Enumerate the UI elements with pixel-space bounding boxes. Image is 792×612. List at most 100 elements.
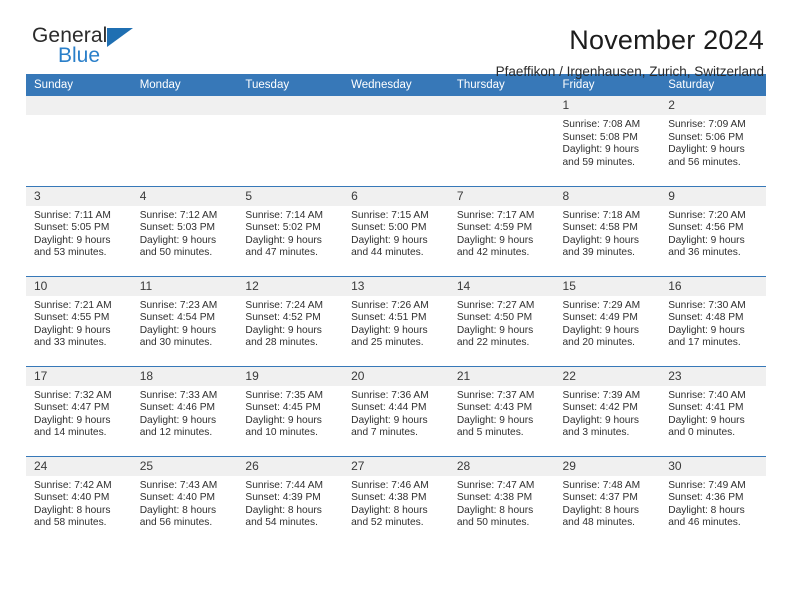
general-blue-logo: General Blue [26,24,186,76]
calendar-day-cell[interactable]: 27 Sunrise: 7:46 AM Sunset: 4:38 PM Dayligh… [343,455,449,546]
calendar-day-cell[interactable]: 6 Sunrise: 7:15 AM Sunset: 5:00 PM Daylight… [343,185,449,276]
page-header: General Blue November 2024 Pfaeffikon / … [26,0,766,79]
daylight-text-line1: Daylight: 8 hours [139,504,217,516]
daylight-text-line2: and 22 minutes. [456,337,530,349]
daylight-text-line2: and 54 minutes. [245,517,318,529]
day-number: 2 [660,96,766,115]
calendar-day-cell[interactable]: 24 Sunrise: 7:42 AM Sunset: 4:40 PM Dayligh… [26,455,132,546]
calendar-day-cell[interactable]: 29 Sunrise: 7:48 AM Sunset: 4:37 PM Dayligh… [554,455,661,546]
daylight-text-line2: and 47 minutes. [245,247,318,259]
daylight-text-line2: and 33 minutes. [34,337,107,349]
sunset-text: Sunset: 5:00 PM [351,222,427,234]
daylight-text-line1: Daylight: 9 hours [562,414,639,426]
calendar-week-row: 24 Sunrise: 7:42 AM Sunset: 4:40 PM Dayligh… [26,455,766,546]
calendar-day-cell-empty [131,96,238,186]
day-sun-info: Sunrise: 7:11 AM Sunset: 5:05 PM Daylight:… [26,206,132,260]
day-sun-info: Sunrise: 7:49 AM Sunset: 4:36 PM Daylight:… [660,476,766,530]
sunrise-text: Sunrise: 7:43 AM [139,479,218,491]
calendar-day-cell[interactable]: 2 Sunrise: 7:09 AM Sunset: 5:06 PM Daylight… [660,96,766,186]
daylight-text-line1: Daylight: 9 hours [351,414,428,426]
logo-text-blue: Blue [58,44,101,67]
daylight-text-line2: and 39 minutes. [562,247,636,259]
calendar-week-row: 17 Sunrise: 7:32 AM Sunset: 4:47 PM Dayligh… [26,365,766,456]
sunrise-text: Sunrise: 7:37 AM [456,389,535,401]
weekday-header-wednesday: Wednesday [343,74,449,96]
day-number: 23 [660,366,766,386]
day-sun-info: Sunrise: 7:33 AM Sunset: 4:46 PM Daylight:… [132,386,238,440]
calendar-day-cell[interactable]: 19 Sunrise: 7:35 AM Sunset: 4:45 PM Dayligh… [237,365,344,456]
day-sun-info: Sunrise: 7:36 AM Sunset: 4:44 PM Daylight:… [343,386,449,440]
day-number: 14 [448,276,555,296]
calendar-day-cell[interactable]: 21 Sunrise: 7:37 AM Sunset: 4:43 PM Dayligh… [448,365,555,456]
sunset-text: Sunset: 4:47 PM [34,402,110,414]
sunrise-text: Sunrise: 7:47 AM [456,479,535,491]
calendar-day-cell[interactable]: 10 Sunrise: 7:21 AM Sunset: 4:55 PM Dayligh… [26,275,132,366]
daylight-text-line1: Daylight: 9 hours [456,324,534,336]
sunset-text: Sunset: 4:55 PM [34,312,110,324]
sunset-text: Sunset: 5:06 PM [668,131,744,143]
daylight-text-line1: Daylight: 8 hours [245,504,322,516]
calendar-day-cell[interactable]: 30 Sunrise: 7:49 AM Sunset: 4:36 PM Dayligh… [660,455,766,546]
sunrise-text: Sunrise: 7:20 AM [668,209,746,221]
daylight-text-line1: Daylight: 8 hours [351,504,428,516]
sunset-text: Sunset: 5:08 PM [562,131,638,143]
calendar-day-cell[interactable]: 7 Sunrise: 7:17 AM Sunset: 4:59 PM Daylight… [448,185,555,276]
daylight-text-line1: Daylight: 9 hours [139,324,217,336]
calendar-day-cell[interactable]: 18 Sunrise: 7:33 AM Sunset: 4:46 PM Dayligh… [131,365,238,456]
calendar-day-cell[interactable]: 14 Sunrise: 7:27 AM Sunset: 4:50 PM Dayligh… [448,275,555,366]
calendar-day-cell[interactable]: 12 Sunrise: 7:24 AM Sunset: 4:52 PM Dayligh… [237,275,344,366]
calendar-day-cell[interactable]: 16 Sunrise: 7:30 AM Sunset: 4:48 PM Dayligh… [660,275,766,366]
calendar-day-cell[interactable]: 26 Sunrise: 7:44 AM Sunset: 4:39 PM Dayligh… [237,455,344,546]
daylight-text-line2: and 10 minutes. [245,427,318,439]
calendar-day-cell[interactable]: 22 Sunrise: 7:39 AM Sunset: 4:42 PM Dayligh… [554,365,661,456]
sunrise-text: Sunrise: 7:09 AM [668,119,746,130]
calendar-day-cell[interactable]: 15 Sunrise: 7:29 AM Sunset: 4:49 PM Dayligh… [554,275,661,366]
day-sun-info: Sunrise: 7:08 AM Sunset: 5:08 PM Daylight:… [555,115,661,169]
daylight-text-line2: and 17 minutes. [668,337,741,349]
calendar-body: 1 Sunrise: 7:08 AM Sunset: 5:08 PM Daylight… [26,96,766,546]
daylight-text-line1: Daylight: 9 hours [245,234,322,246]
day-sun-info: Sunrise: 7:37 AM Sunset: 4:43 PM Daylight:… [449,386,555,440]
day-number: 28 [448,456,555,476]
calendar-day-cell[interactable]: 20 Sunrise: 7:36 AM Sunset: 4:44 PM Dayligh… [343,365,449,456]
calendar-day-cell[interactable]: 5 Sunrise: 7:14 AM Sunset: 5:02 PM Daylight… [237,185,344,276]
calendar-day-cell[interactable]: 4 Sunrise: 7:12 AM Sunset: 5:03 PM Daylight… [131,185,238,276]
calendar-day-cell[interactable]: 1 Sunrise: 7:08 AM Sunset: 5:08 PM Daylight… [554,96,661,186]
day-number: 16 [660,276,766,296]
daylight-text-line1: Daylight: 9 hours [562,324,639,336]
daylight-text-line2: and 28 minutes. [245,337,318,349]
sunset-text: Sunset: 4:40 PM [139,492,216,504]
day-sun-info: Sunrise: 7:46 AM Sunset: 4:38 PM Daylight:… [343,476,449,530]
weekday-header-sunday: Sunday [26,74,132,96]
daylight-text-line2: and 5 minutes. [456,427,524,439]
sunrise-text: Sunrise: 7:36 AM [351,389,429,401]
calendar-day-cell[interactable]: 13 Sunrise: 7:26 AM Sunset: 4:51 PM Dayligh… [343,275,449,366]
calendar-day-cell[interactable]: 8 Sunrise: 7:18 AM Sunset: 4:58 PM Daylight… [554,185,661,276]
daylight-text-line1: Daylight: 8 hours [34,504,111,516]
day-number: 11 [131,276,238,296]
calendar-day-cell[interactable]: 28 Sunrise: 7:47 AM Sunset: 4:38 PM Dayligh… [448,455,555,546]
day-sun-info: Sunrise: 7:44 AM Sunset: 4:39 PM Daylight:… [237,476,343,530]
daylight-text-line2: and 42 minutes. [456,247,530,259]
daylight-text-line2: and 36 minutes. [668,247,741,259]
sunrise-text: Sunrise: 7:21 AM [34,299,112,311]
calendar-day-cell[interactable]: 11 Sunrise: 7:23 AM Sunset: 4:54 PM Dayligh… [131,275,238,366]
day-number: 22 [554,366,661,386]
day-number: 4 [131,186,238,206]
calendar-day-cell[interactable]: 23 Sunrise: 7:40 AM Sunset: 4:41 PM Dayligh… [660,365,766,456]
sunrise-text: Sunrise: 7:42 AM [34,479,112,491]
day-number [237,96,344,115]
daylight-text-line2: and 56 minutes. [668,156,741,168]
day-number: 27 [343,456,449,476]
day-sun-info: Sunrise: 7:18 AM Sunset: 4:58 PM Daylight:… [555,206,661,260]
calendar-day-cell[interactable]: 25 Sunrise: 7:43 AM Sunset: 4:40 PM Dayligh… [131,455,238,546]
daylight-text-line2: and 56 minutes. [139,517,213,529]
sunset-text: Sunset: 4:37 PM [562,492,638,504]
sunrise-text: Sunrise: 7:27 AM [456,299,535,311]
calendar-day-cell[interactable]: 17 Sunrise: 7:32 AM Sunset: 4:47 PM Dayligh… [26,365,132,456]
calendar-day-cell[interactable]: 3 Sunrise: 7:11 AM Sunset: 5:05 PM Daylight… [26,185,132,276]
sunrise-text: Sunrise: 7:17 AM [456,209,535,221]
calendar-day-cell[interactable]: 9 Sunrise: 7:20 AM Sunset: 4:56 PM Daylight… [660,185,766,276]
sunset-text: Sunset: 4:54 PM [139,312,216,324]
daylight-text-line2: and 48 minutes. [562,517,636,529]
